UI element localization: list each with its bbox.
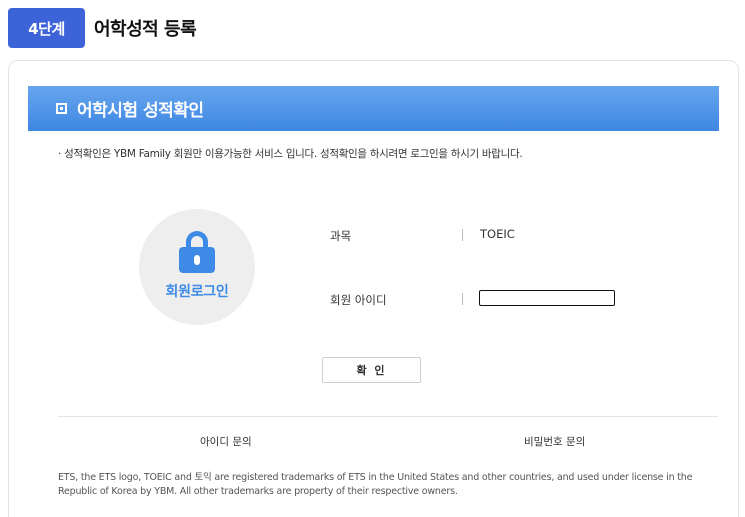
step-badge: 4단계 <box>8 8 85 48</box>
member-id-separator <box>462 293 463 305</box>
step-title: 어학성적 등록 <box>94 19 197 40</box>
member-id-input[interactable] <box>479 290 615 306</box>
find-id-link[interactable]: 아이디 문의 <box>200 434 252 449</box>
subject-label: 과목 <box>330 229 352 243</box>
step-header: 4단계 어학성적 등록 <box>8 8 197 48</box>
member-login-badge: 회원로그인 <box>139 209 255 325</box>
member-login-label: 회원로그인 <box>165 284 229 300</box>
login-notice: · 성적확인은 YBM Family 회원만 이용가능한 서비스 입니다. 성적… <box>58 148 523 160</box>
panel-title: 어학시험 성적확인 <box>77 101 204 121</box>
subject-separator <box>462 229 463 241</box>
subject-value: TOEIC <box>480 227 515 241</box>
find-password-link[interactable]: 비밀번호 문의 <box>524 434 585 449</box>
square-bullet-icon <box>56 103 67 114</box>
panel-header: 어학시험 성적확인 <box>28 86 719 131</box>
confirm-button[interactable]: 확 인 <box>322 357 421 383</box>
member-id-label: 회원 아이디 <box>330 293 387 307</box>
trademark-notice: ETS, the ETS logo, TOEIC and 토익 are regi… <box>58 472 693 497</box>
lock-icon <box>179 231 215 273</box>
divider <box>58 416 718 417</box>
